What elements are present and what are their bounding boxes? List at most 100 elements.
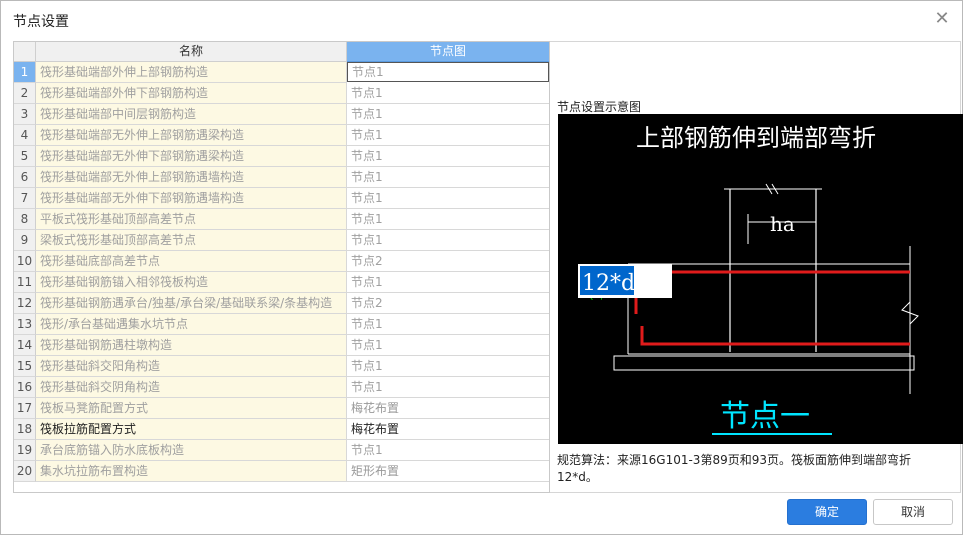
row-name-cell: 筏形基础端部中间层钢筋构造 [36, 104, 347, 125]
table-row[interactable]: 11 筏形基础钢筋锚入相邻筏板构造 节点1 [14, 272, 549, 293]
row-name-cell: 筏形基础端部无外伸上部钢筋遇梁构造 [36, 125, 347, 146]
column-header-node[interactable]: 节点图 [347, 42, 549, 62]
row-name-cell: 筏形基础斜交阳角构造 [36, 356, 347, 377]
row-number: 18 [14, 419, 36, 440]
table-row[interactable]: 13 筏形/承台基础遇集水坑节点 节点1 [14, 314, 549, 335]
row-number: 13 [14, 314, 36, 335]
row-name-cell: 梁板式筏形基础顶部高差节点 [36, 230, 347, 251]
row-number: 16 [14, 377, 36, 398]
cushion-layer [613, 355, 915, 371]
row-name-cell: 承台底筋锚入防水底板构造 [36, 440, 347, 461]
row-number: 8 [14, 209, 36, 230]
row-node-cell[interactable]: 节点1 [347, 272, 549, 293]
table-row[interactable]: 12 筏形基础钢筋遇承台/独基/承台梁/基础联系梁/条基构造 节点2 [14, 293, 549, 314]
row-name-cell: 筏形基础钢筋遇柱墩构造 [36, 335, 347, 356]
row-node-cell[interactable]: 梅花布置 [347, 398, 549, 419]
top-rebar [634, 270, 910, 314]
bottom-rebar [640, 326, 910, 346]
row-name-cell: 筏形基础底部高差节点 [36, 251, 347, 272]
row-name-cell: 筏形/承台基础遇集水坑节点 [36, 314, 347, 335]
row-number: 3 [14, 104, 36, 125]
row-name-cell: 筏形基础端部无外伸下部钢筋遇梁构造 [36, 146, 347, 167]
row-name-cell: 筏形基础端部外伸上部钢筋构造 [36, 62, 347, 83]
row-name-cell: 筏形基础钢筋锚入相邻筏板构造 [36, 272, 347, 293]
table-row[interactable]: 16 筏形基础斜交阴角构造 节点1 [14, 377, 549, 398]
table-row[interactable]: 20 集水坑拉筋布置构造 矩形布置 [14, 461, 549, 482]
row-number: 15 [14, 356, 36, 377]
table-row[interactable]: 5 筏形基础端部无外伸下部钢筋遇梁构造 节点1 [14, 146, 549, 167]
row-node-cell[interactable]: 节点1 [347, 335, 549, 356]
row-number: 17 [14, 398, 36, 419]
preview-label: 节点设置示意图 [557, 100, 642, 114]
row-name-cell: 筏形基础斜交阴角构造 [36, 377, 347, 398]
row-name-cell: 筏形基础端部无外伸上部钢筋遇墙构造 [36, 167, 347, 188]
row-number: 4 [14, 125, 36, 146]
row-name-cell: 筏形基础钢筋遇承台/独基/承台梁/基础联系梁/条基构造 [36, 293, 347, 314]
dialog-title: 节点设置 [13, 14, 69, 30]
table-body: 1 筏形基础端部外伸上部钢筋构造 节点1 2 筏形基础端部外伸下部钢筋构造 节点1 3筏… [14, 62, 549, 482]
table-row[interactable]: 4 筏形基础端部无外伸上部钢筋遇梁构造 节点1 [14, 125, 549, 146]
row-node-cell[interactable]: 节点1 [347, 356, 549, 377]
table-row[interactable]: 3 筏形基础端部中间层钢筋构造 节点1 [14, 104, 549, 125]
node-settings-dialog: 节点设置 ✕ 名称 节点图 1 筏形基础端部外伸上部钢筋构造 节点1 2 筏形基础端部… [0, 0, 963, 535]
ok-button[interactable]: 确定 [787, 499, 867, 525]
table-row[interactable]: 15 筏形基础斜交阳角构造 节点1 [14, 356, 549, 377]
column-header-name[interactable]: 名称 [36, 42, 347, 62]
row-node-cell[interactable]: 节点1 [347, 377, 549, 398]
row-name-cell: 平板式筏形基础顶部高差节点 [36, 209, 347, 230]
settings-table: 名称 节点图 1 筏形基础端部外伸上部钢筋构造 节点1 2 筏形基础端部外伸下部钢筋构… [13, 41, 550, 493]
preview-panel: 节点设置示意图 上部钢筋伸到端部弯折 ha 12*d 节点一 规范算法：来源16… [550, 41, 963, 493]
row-number: 7 [14, 188, 36, 209]
row-node-cell[interactable]: 节点1 [347, 314, 549, 335]
close-icon[interactable]: ✕ [932, 9, 952, 29]
cancel-button[interactable]: 取消 [873, 499, 953, 525]
table-row[interactable]: 18 筏板拉筋配置方式 梅花布置 [14, 419, 549, 440]
table-row[interactable]: 17 筏板马凳筋配置方式 梅花布置 [14, 398, 549, 419]
row-number: 20 [14, 461, 36, 482]
row-node-cell[interactable]: 节点2 [347, 251, 549, 272]
row-node-cell[interactable]: 节点1 [347, 230, 549, 251]
row-node-cell[interactable]: 节点1 [347, 104, 549, 125]
row-node-cell[interactable]: 节点1 [347, 62, 549, 82]
row-number: 10 [14, 251, 36, 272]
table-row[interactable]: 10 筏形基础底部高差节点 节点2 [14, 251, 549, 272]
dim-12d-value[interactable]: 12*d [582, 271, 635, 296]
row-number: 9 [14, 230, 36, 251]
row-node-cell[interactable]: 节点1 [347, 167, 549, 188]
table-row[interactable]: 7 筏形基础端部无外伸下部钢筋遇墙构造 节点1 [14, 188, 549, 209]
row-number: 1 [14, 62, 36, 83]
row-node-cell[interactable]: 节点1 [347, 209, 549, 230]
table-row[interactable]: 1 筏形基础端部外伸上部钢筋构造 节点1 [14, 62, 549, 83]
diagram-heading: 上部钢筋伸到端部弯折 [636, 124, 876, 152]
row-node-cell[interactable]: 节点1 [347, 146, 549, 167]
algorithm-description: 规范算法：来源16G101-3第89页和93页。筏板面筋伸到端部弯折12*d。 [557, 453, 911, 484]
diagram-drawing: 上部钢筋伸到端部弯折 ha 12*d 节点一 [578, 124, 919, 435]
row-number: 5 [14, 146, 36, 167]
row-node-cell[interactable]: 节点1 [347, 83, 549, 104]
row-number: 2 [14, 83, 36, 104]
table-row[interactable]: 19 承台底筋锚入防水底板构造 节点1 [14, 440, 549, 461]
dim-ha-label: ha [770, 212, 795, 236]
row-name-cell: 筏板马凳筋配置方式 [36, 398, 347, 419]
row-node-cell[interactable]: 矩形布置 [347, 461, 549, 482]
row-node-cell[interactable]: 节点1 [347, 440, 549, 461]
row-node-cell[interactable]: 节点1 [347, 188, 549, 209]
row-number: 14 [14, 335, 36, 356]
table-row[interactable]: 6 筏形基础端部无外伸上部钢筋遇墙构造 节点1 [14, 167, 549, 188]
row-name-cell: 筏形基础端部外伸下部钢筋构造 [36, 83, 347, 104]
row-number: 12 [14, 293, 36, 314]
row-node-cell[interactable]: 梅花布置 [347, 419, 549, 440]
node-diagram: 上部钢筋伸到端部弯折 ha 12*d 节点一 [558, 114, 963, 444]
table-row[interactable]: 9 梁板式筏形基础顶部高差节点 节点1 [14, 230, 549, 251]
row-node-cell[interactable]: 节点2 [347, 293, 549, 314]
row-name-cell: 筏板拉筋配置方式 [36, 419, 347, 440]
table-row[interactable]: 8 平板式筏形基础顶部高差节点 节点1 [14, 209, 549, 230]
row-number-header [14, 42, 36, 62]
row-number: 19 [14, 440, 36, 461]
table-row[interactable]: 2 筏形基础端部外伸下部钢筋构造 节点1 [14, 83, 549, 104]
row-name-cell: 集水坑拉筋布置构造 [36, 461, 347, 482]
row-node-cell[interactable]: 节点1 [347, 125, 549, 146]
row-name-cell: 筏形基础端部无外伸下部钢筋遇墙构造 [36, 188, 347, 209]
table-row[interactable]: 14 筏形基础钢筋遇柱墩构造 节点1 [14, 335, 549, 356]
node-title: 节点一 [720, 399, 810, 434]
